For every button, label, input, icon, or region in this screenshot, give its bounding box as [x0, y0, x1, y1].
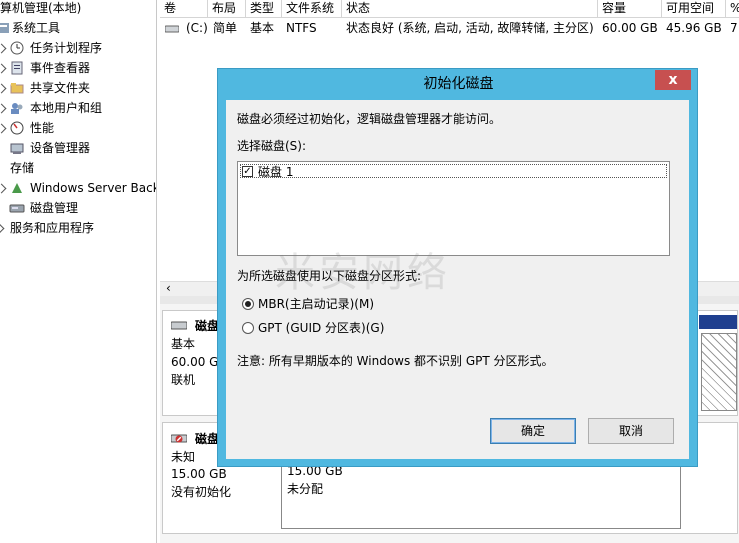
disk-0-partition-hatch[interactable]	[701, 333, 737, 411]
close-button[interactable]: x	[655, 70, 691, 90]
cell-type: 基本	[250, 21, 275, 35]
dialog-title: 初始化磁盘	[423, 76, 494, 92]
column-header-volume[interactable]: 卷	[160, 0, 208, 17]
tools-icon	[0, 20, 12, 36]
cell-status: 状态良好 (系统, 启动, 活动, 故障转储, 主分区)	[346, 21, 594, 35]
expand-arrow-icon[interactable]	[0, 223, 5, 234]
column-header-status[interactable]: 状态	[342, 0, 598, 17]
tree-item-label: 事件查看器	[30, 61, 91, 75]
tree-item-label: 性能	[30, 121, 55, 135]
tree-item-shared-folders[interactable]: 共享文件夹	[0, 78, 156, 98]
shared-folder-icon	[9, 80, 25, 96]
disk-1-checkbox[interactable]: ✓	[242, 166, 253, 177]
tree-item-local-users[interactable]: 本地用户和组	[0, 98, 156, 118]
dialog-intro-text: 磁盘必须经过初始化，逻辑磁盘管理器才能访问。	[237, 112, 502, 126]
disk-1-size: 15.00 GB	[171, 467, 227, 481]
tree-item-windows-server-backup[interactable]: Windows Server Back	[0, 178, 156, 198]
column-header-percent[interactable]: %	[726, 0, 739, 17]
gpt-option-label[interactable]: GPT (GUID 分区表)(G)	[258, 320, 384, 336]
tree-item-label: 存储	[10, 161, 35, 175]
cancel-button[interactable]: 取消	[588, 418, 674, 444]
tree-item-label: 磁盘管理	[30, 201, 79, 215]
event-viewer-icon	[9, 60, 25, 76]
select-disk-label: 选择磁盘(S):	[237, 139, 307, 153]
disk-0-state: 联机	[171, 373, 196, 387]
volume-drive-icon	[164, 21, 180, 39]
disk-item-label: 磁盘 1	[258, 165, 294, 179]
tree-item-disk-management[interactable]: 磁盘管理	[0, 198, 156, 218]
volume-table-header: 卷 布局 类型 文件系统 状态 容量 可用空间 %	[160, 0, 739, 18]
expand-arrow-icon[interactable]	[0, 43, 7, 54]
expand-arrow-icon[interactable]	[0, 123, 7, 134]
disk-uninitialized-icon	[170, 433, 188, 448]
tree-root[interactable]: 算机管理(本地)	[0, 0, 81, 18]
clock-icon	[9, 40, 25, 56]
expand-arrow-icon[interactable]	[0, 183, 7, 194]
disk-1-type: 未知	[171, 450, 196, 464]
users-icon	[9, 100, 25, 116]
cell-free-space: 45.96 GB	[666, 21, 722, 35]
cell-capacity: 60.00 GB	[602, 21, 658, 35]
tree-item-label: 设备管理器	[30, 141, 91, 155]
ok-button[interactable]: 确定	[490, 418, 576, 444]
tree-item-label: 任务计划程序	[30, 41, 103, 55]
column-header-layout[interactable]: 布局	[208, 0, 246, 17]
tree-item-label: 服务和应用程序	[10, 221, 95, 235]
expand-arrow-icon[interactable]	[0, 63, 7, 74]
disk-0-partition-bar	[699, 315, 737, 329]
close-icon: x	[668, 72, 678, 88]
backup-icon	[9, 180, 25, 196]
tree-item-device-manager[interactable]: 设备管理器	[0, 138, 156, 158]
expand-arrow-icon[interactable]	[0, 83, 7, 94]
tree-item-label: Windows Server Back	[30, 181, 157, 195]
device-manager-icon	[9, 140, 25, 156]
tree-item-event-viewer[interactable]: 事件查看器	[0, 58, 156, 78]
list-item[interactable]: ✓ 磁盘 1	[240, 164, 667, 179]
column-header-free-space[interactable]: 可用空间	[662, 0, 726, 17]
tree-item-label: 共享文件夹	[30, 81, 91, 95]
watermark-logo: 米安网络	[275, 250, 451, 296]
disk-0-name: 磁盘	[195, 319, 220, 333]
cell-volume: (C:)	[186, 21, 208, 35]
disk-management-icon	[9, 200, 25, 216]
column-header-filesystem[interactable]: 文件系统	[282, 0, 342, 17]
column-header-capacity[interactable]: 容量	[598, 0, 662, 17]
tree-root-label: 算机管理(本地)	[0, 1, 82, 15]
disk-icon	[170, 320, 188, 334]
scroll-left-icon[interactable]: ‹	[166, 282, 171, 295]
performance-icon	[9, 120, 25, 136]
disk-0-type: 基本	[171, 337, 196, 351]
mbr-option-label[interactable]: MBR(主启动记录)(M)	[258, 296, 374, 312]
disk-1-partition-state: 未分配	[287, 482, 324, 496]
column-header-type[interactable]: 类型	[246, 0, 282, 17]
disk-1-unallocated-region[interactable]: 15.00 GB 未分配	[281, 459, 681, 529]
console-tree: 算机管理(本地) 系统工具 任务计划程序 事件查看器 共享文件夹 本地用户和组	[0, 0, 157, 543]
gpt-radio[interactable]	[242, 322, 254, 334]
expand-arrow-icon[interactable]	[0, 103, 7, 114]
tree-item-storage[interactable]: 存储	[0, 158, 156, 178]
tree-item-services-apps[interactable]: 服务和应用程序	[0, 218, 156, 238]
cell-percent: 7	[730, 21, 738, 35]
tree-item-label: 系统工具	[12, 21, 61, 35]
tree-item-label: 本地用户和组	[30, 101, 103, 115]
disk-1-state: 没有初始化	[171, 485, 232, 499]
gpt-note: 注意: 所有早期版本的 Windows 都不识别 GPT 分区形式。	[237, 354, 554, 368]
tree-item-task-scheduler[interactable]: 任务计划程序	[0, 38, 156, 58]
cell-layout: 简单	[213, 21, 238, 35]
cell-filesystem: NTFS	[286, 21, 317, 35]
mbr-radio[interactable]	[242, 298, 254, 310]
tree-item-performance[interactable]: 性能	[0, 118, 156, 138]
disk-1-name: 磁盘	[195, 432, 220, 446]
